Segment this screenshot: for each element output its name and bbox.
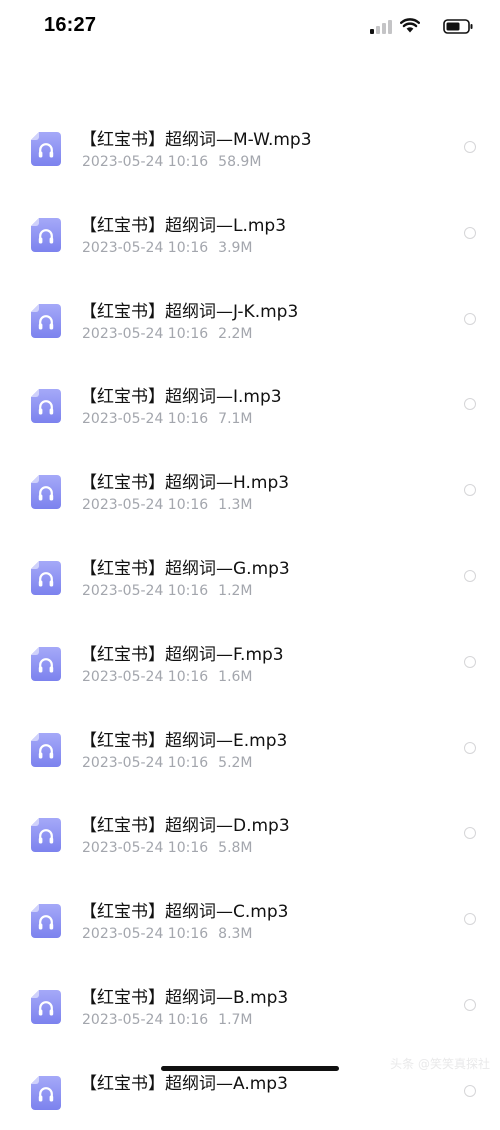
file-size: 3.9M <box>218 239 253 256</box>
headphones-icon <box>31 475 61 510</box>
file-date: 2023-05-24 10:16 <box>82 154 209 170</box>
status-time: 16:27 <box>44 14 97 36</box>
file-meta: 2023-05-24 10:16 1.2M <box>82 583 253 599</box>
file-size: 58.9M <box>218 154 262 170</box>
select-radio[interactable] <box>464 569 476 582</box>
select-radio[interactable] <box>464 398 476 411</box>
file-size: 7.1M <box>218 411 253 428</box>
headphones-icon <box>31 1075 61 1110</box>
file-meta: 2023-05-24 10:16 58.9M <box>82 154 261 170</box>
select-radio[interactable] <box>464 741 476 754</box>
wifi-icon <box>400 18 420 33</box>
select-radio[interactable] <box>464 1084 476 1097</box>
headphones-icon <box>31 989 61 1024</box>
file-name: 【红宝书】超纲词—I.mp3 <box>80 387 282 408</box>
file-date: 2023-05-24 10:16 <box>82 239 209 256</box>
file-row[interactable]: 【红宝书】超纲词—J-K.mp3 2023-05-24 10:16 2.2M <box>0 272 500 358</box>
headphones-icon <box>31 646 61 681</box>
file-meta: 2023-05-24 10:16 1.6M <box>82 669 253 685</box>
file-date: 2023-05-24 10:16 <box>82 754 209 771</box>
file-date: 2023-05-24 10:16 <box>82 582 209 599</box>
file-row[interactable]: 【红宝书】超纲词—I.mp3 2023-05-24 10:16 7.1M <box>0 357 500 443</box>
file-name: 【红宝书】超纲词—G.mp3 <box>80 558 290 579</box>
file-meta: 2023-05-24 10:16 8.3M <box>82 926 253 942</box>
file-meta: 2023-05-24 10:16 2.2M <box>82 326 253 342</box>
headphones-icon <box>31 389 61 424</box>
watermark: 头条 @笑笑真探社 <box>390 1057 490 1071</box>
headphones-icon <box>31 560 61 595</box>
file-name: 【红宝书】超纲词—L.mp3 <box>80 215 287 236</box>
select-radio[interactable] <box>464 484 476 497</box>
file-size: 8.3M <box>218 926 253 943</box>
file-row[interactable]: 【红宝书】超纲词—B.mp3 2023-05-24 10:16 1.7M <box>0 958 500 1044</box>
file-list: 【红宝书】超纲词—M-W.mp3 2023-05-24 10:16 58.9M 【红宝… <box>0 100 500 1130</box>
file-date: 2023-05-24 10:16 <box>82 1011 209 1028</box>
file-meta: 2023-05-24 10:16 1.3M <box>82 497 253 513</box>
file-meta: 2023-05-24 10:16 7.1M <box>82 411 253 427</box>
file-name: 【红宝书】超纲词—J-K.mp3 <box>80 301 299 322</box>
file-name: 【红宝书】超纲词—M-W.mp3 <box>80 130 312 150</box>
file-size: 2.2M <box>218 325 253 342</box>
file-row[interactable]: 【红宝书】超纲词—E.mp3 2023-05-24 10:16 5.2M <box>0 701 500 787</box>
file-name: 【红宝书】超纲词—H.mp3 <box>80 473 290 494</box>
file-row[interactable]: 【红宝书】超纲词—M-W.mp3 2023-05-24 10:16 58.9M <box>0 100 500 186</box>
file-meta: 2023-05-24 10:16 5.2M <box>82 755 253 771</box>
file-row[interactable]: 【红宝书】超纲词—G.mp3 2023-05-24 10:16 1.2M <box>0 529 500 615</box>
file-meta: 2023-05-24 10:16 1.7M <box>82 1012 253 1028</box>
file-date: 2023-05-24 10:16 <box>82 411 209 428</box>
file-row[interactable]: 【红宝书】超纲词—D.mp3 2023-05-24 10:16 5.8M <box>0 786 500 872</box>
file-meta: 2023-05-24 10:16 3.9M <box>82 240 253 256</box>
file-size: 5.2M <box>218 754 253 771</box>
file-date: 2023-05-24 10:16 <box>82 926 209 943</box>
file-date: 2023-05-24 10:16 <box>82 497 209 514</box>
file-meta <box>82 1098 92 1114</box>
file-size: 1.3M <box>218 497 253 514</box>
select-radio[interactable] <box>464 312 476 325</box>
select-radio[interactable] <box>464 827 476 840</box>
headphones-icon <box>31 818 61 853</box>
file-name: 【红宝书】超纲词—A.mp3 <box>80 1073 288 1094</box>
headphones-icon <box>31 217 61 252</box>
file-size: 1.6M <box>218 668 253 685</box>
file-date: 2023-05-24 10:16 <box>82 840 209 857</box>
headphones-icon <box>31 904 61 939</box>
battery-icon <box>443 19 473 34</box>
file-size: 5.8M <box>218 840 253 857</box>
file-date: 2023-05-24 10:16 <box>82 325 209 342</box>
file-row[interactable]: 【红宝书】超纲词—H.mp3 2023-05-24 10:16 1.3M <box>0 443 500 529</box>
status-bar: 16:27 <box>0 0 500 52</box>
file-meta: 2023-05-24 10:16 5.8M <box>82 840 253 856</box>
file-name: 【红宝书】超纲词—E.mp3 <box>80 730 288 751</box>
select-radio[interactable] <box>464 913 476 926</box>
file-name: 【红宝书】超纲词—B.mp3 <box>80 987 289 1008</box>
file-name: 【红宝书】超纲词—C.mp3 <box>80 902 289 923</box>
file-date: 2023-05-24 10:16 <box>82 668 209 685</box>
file-name: 【红宝书】超纲词—D.mp3 <box>80 816 290 837</box>
headphones-icon <box>31 303 61 338</box>
file-size: 1.2M <box>218 582 253 599</box>
select-radio[interactable] <box>464 998 476 1011</box>
file-row[interactable]: 【红宝书】超纲词—L.mp3 2023-05-24 10:16 3.9M <box>0 186 500 272</box>
select-radio[interactable] <box>464 226 476 239</box>
file-row[interactable]: 【红宝书】超纲词—F.mp3 2023-05-24 10:16 1.6M <box>0 615 500 701</box>
cellular-signal-icon <box>370 20 392 34</box>
headphones-icon <box>31 132 61 166</box>
headphones-icon <box>31 732 61 767</box>
file-name: 【红宝书】超纲词—F.mp3 <box>80 644 284 665</box>
home-indicator[interactable] <box>161 1066 339 1071</box>
select-radio[interactable] <box>464 141 476 153</box>
file-row[interactable]: 【红宝书】超纲词—C.mp3 2023-05-24 10:16 8.3M <box>0 872 500 958</box>
file-size: 1.7M <box>218 1011 253 1028</box>
select-radio[interactable] <box>464 655 476 668</box>
